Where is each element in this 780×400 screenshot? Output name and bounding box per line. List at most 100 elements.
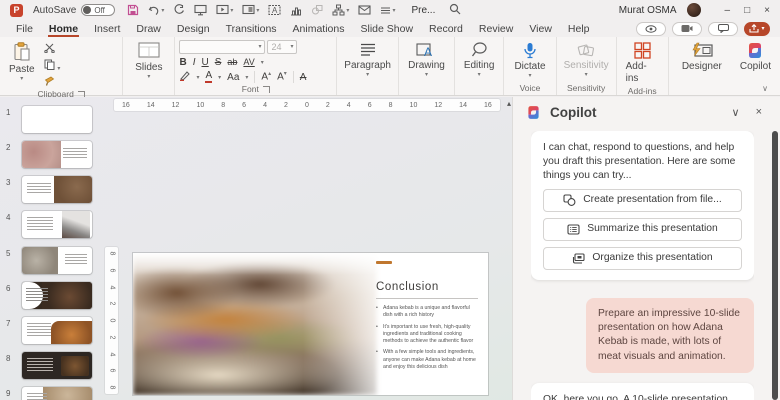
tab-file[interactable]: File — [8, 20, 41, 37]
chevron-down-icon: ▾ — [346, 7, 349, 14]
slide-bullets[interactable]: Adana kebab is a unique and flavorful di… — [376, 305, 478, 371]
designer-button[interactable]: Designer — [677, 40, 727, 75]
tab-transitions[interactable]: Transitions — [218, 20, 285, 37]
presenter-coach-button[interactable] — [636, 22, 666, 36]
shrink-font-button[interactable]: A▾ — [277, 71, 287, 82]
slide-thumbnail-8[interactable] — [22, 352, 92, 379]
toggle-knob-icon — [83, 6, 91, 14]
powerpoint-logo-icon: P — [10, 4, 23, 17]
collapse-ribbon-icon[interactable]: ∨ — [762, 84, 768, 93]
tab-design[interactable]: Design — [169, 20, 218, 37]
pane-close-icon[interactable]: × — [752, 106, 766, 118]
editing-button[interactable]: Editing▾ — [459, 40, 500, 80]
paragraph-button[interactable]: Paragraph▾ — [339, 40, 396, 80]
redo-button[interactable] — [173, 4, 185, 16]
font-name-combo[interactable]: ▾ — [179, 40, 265, 54]
font-group: ▾ 24▾ B I U S ab AV ▾ ▾ A ▾ Aa ▾ A▴ — [175, 37, 337, 95]
tab-slide-show[interactable]: Slide Show — [353, 20, 422, 37]
slide-number: 8 — [6, 354, 10, 363]
slide-thumbnail-1[interactable] — [22, 106, 92, 133]
slide-thumbnail-9[interactable] — [22, 387, 92, 400]
slide-thumbnail-7[interactable] — [22, 317, 92, 344]
work-area: 1 2 3 4 5 6 7 8 9 1614121086420246810121… — [0, 97, 780, 400]
new-slide-button[interactable]: Slides▾ — [130, 40, 167, 82]
ribbon: Paste▾ ▾ Clipboard Slides▾ ▾ 24▾ — [0, 37, 780, 96]
font-size-combo[interactable]: 24▾ — [267, 40, 297, 54]
tab-help[interactable]: Help — [560, 20, 598, 37]
paste-button[interactable]: Paste▾ — [4, 40, 40, 84]
bold-button[interactable]: B — [179, 57, 186, 68]
dialog-launcher-icon[interactable] — [263, 86, 270, 93]
flowchart-button[interactable]: ▾ — [332, 4, 349, 16]
slide-thumbnail-4[interactable] — [22, 211, 92, 238]
accent-dash — [376, 261, 392, 264]
slide-thumbnail-2[interactable] — [22, 141, 92, 168]
text-highlight-button[interactable] — [179, 70, 190, 84]
chevron-down-icon: ▾ — [261, 59, 264, 66]
svg-text:A: A — [272, 6, 278, 15]
format-painter-button[interactable] — [44, 76, 61, 89]
pane-collapse-icon[interactable]: ∨ — [728, 106, 744, 119]
tab-insert[interactable]: Insert — [86, 20, 128, 37]
customize-qat-button[interactable]: ▾ — [380, 6, 395, 15]
grow-font-button[interactable]: A▴ — [261, 71, 271, 82]
search-icon[interactable] — [449, 3, 461, 18]
tab-record[interactable]: Record — [421, 20, 471, 37]
addins-button[interactable]: Add-ins — [621, 40, 664, 86]
tab-animations[interactable]: Animations — [285, 20, 353, 37]
italic-button[interactable]: I — [193, 57, 196, 68]
avatar[interactable] — [687, 3, 701, 17]
chevron-down-icon: ▾ — [245, 74, 248, 81]
sensitivity-group-label: Sensitivity — [567, 83, 605, 93]
slide-text-block[interactable]: Conclusion Adana kebab is a unique and f… — [376, 261, 478, 375]
slide-thumbnail-5[interactable] — [22, 247, 92, 274]
copy-button[interactable]: ▾ — [44, 59, 61, 73]
document-title[interactable]: Pre... — [411, 5, 435, 16]
slide-title[interactable]: Conclusion — [376, 281, 478, 293]
tab-home[interactable]: Home — [41, 20, 86, 37]
tab-draw[interactable]: Draw — [128, 20, 169, 37]
organize-presentation-button[interactable]: Organize this presentation — [543, 247, 742, 270]
account-name[interactable]: Murat OSMA — [619, 5, 677, 16]
slides-label: Slides — [135, 62, 162, 74]
save-button[interactable] — [127, 4, 139, 16]
cameo-button[interactable] — [672, 22, 702, 36]
maximize-button[interactable]: □ — [744, 5, 750, 16]
change-case-button[interactable]: Aa — [227, 72, 239, 83]
summarize-presentation-button[interactable]: Summarize this presentation — [543, 218, 742, 241]
slide-thumbnail-6[interactable] — [22, 282, 92, 309]
undo-button[interactable]: ▾ — [148, 5, 164, 16]
slideshow-button[interactable]: ▾ — [216, 4, 233, 16]
email-button[interactable] — [358, 5, 371, 15]
action-label: Organize this presentation — [592, 251, 712, 265]
drawing-button[interactable]: A Drawing▾ — [403, 40, 450, 80]
dictate-button[interactable]: Dictate▾ — [509, 40, 550, 81]
autosave-control[interactable]: AutoSave Off — [33, 4, 115, 16]
close-button[interactable]: × — [764, 5, 770, 16]
clear-formatting-button[interactable]: A — [300, 72, 307, 83]
scrollbar-up-icon[interactable]: ▴ — [507, 99, 511, 108]
font-color-button[interactable]: A — [205, 71, 212, 83]
comments-button[interactable] — [708, 22, 738, 36]
double-strikethrough-button[interactable]: ab — [227, 58, 237, 68]
autosave-toggle[interactable]: Off — [81, 4, 115, 16]
tab-review[interactable]: Review — [471, 20, 521, 37]
present-from-beginning-button[interactable] — [194, 4, 207, 16]
text-box-button[interactable]: A — [268, 4, 281, 16]
slide-editor: 1614121086420246810121416 ▴ 864202468 Co… — [100, 97, 512, 400]
character-spacing-button[interactable]: AV — [243, 58, 254, 68]
display-settings-button[interactable]: ▾ — [242, 4, 259, 16]
slide-thumbnail-3[interactable] — [22, 176, 92, 203]
insert-chart-button[interactable] — [290, 4, 302, 16]
minimize-button[interactable]: – — [725, 5, 731, 16]
create-presentation-button[interactable]: Create presentation from file... — [543, 189, 742, 212]
copilot-button[interactable]: Copilot — [735, 40, 776, 75]
strikethrough-button[interactable]: S — [215, 57, 222, 68]
voice-group: Dictate▾ Voice — [504, 37, 556, 95]
tab-view[interactable]: View — [521, 20, 560, 37]
underline-button[interactable]: U — [201, 57, 208, 68]
cut-button[interactable] — [44, 43, 61, 56]
pane-scrollbar[interactable] — [772, 131, 778, 400]
slide-canvas[interactable]: Conclusion Adana kebab is a unique and f… — [133, 253, 488, 395]
share-button[interactable]: ▾ — [744, 22, 770, 36]
